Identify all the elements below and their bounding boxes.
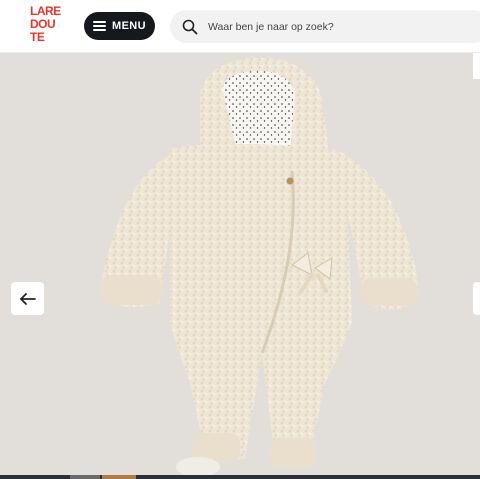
site-header: LARE DOU TE MENU	[0, 0, 480, 53]
thumbnail-strip	[0, 475, 480, 479]
next-image-button[interactable]	[473, 282, 480, 315]
next-image-thumb	[473, 53, 480, 79]
menu-label: MENU	[112, 20, 146, 32]
hamburger-icon	[93, 21, 106, 31]
search-bar[interactable]	[170, 10, 480, 43]
arrow-left-icon	[19, 292, 36, 305]
product-gallery	[0, 53, 480, 479]
menu-button[interactable]: MENU	[84, 12, 155, 40]
thumbnail-indicator[interactable]	[102, 475, 136, 479]
logo-line: TE	[30, 30, 45, 44]
search-input[interactable]	[208, 20, 468, 33]
thumbnail-indicator[interactable]	[70, 475, 100, 479]
prev-image-button[interactable]	[11, 282, 44, 315]
product-image[interactable]	[0, 53, 480, 479]
search-icon	[182, 19, 198, 34]
brand-logo[interactable]: LARE DOU TE	[30, 5, 70, 47]
